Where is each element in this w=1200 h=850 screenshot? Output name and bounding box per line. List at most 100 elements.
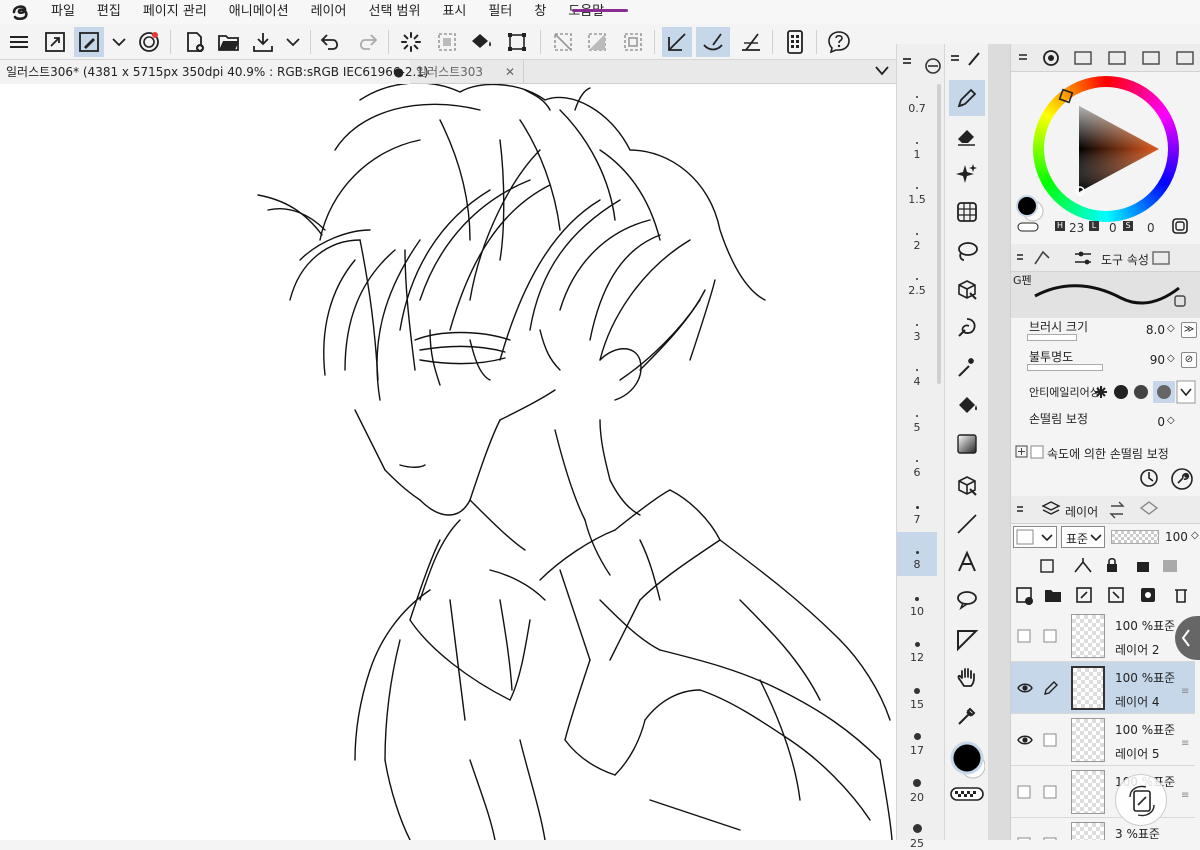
menu-file[interactable]: 파일 [40,0,86,24]
bucket-tool-icon[interactable] [949,388,985,424]
blend-tool-icon[interactable] [949,310,985,346]
layer-row[interactable]: 100 %표준 레이어 4 ≡ [1011,662,1195,714]
lasso-tool-icon[interactable] [949,234,985,270]
fullscreen-icon[interactable] [40,27,70,57]
open-folder-icon[interactable] [214,27,244,57]
ruler-snap-icon[interactable] [662,27,692,57]
brush-size-option[interactable]: 17 [897,733,937,757]
visibility-box[interactable] [1017,628,1031,643]
close-icon[interactable]: ✕ [505,60,515,84]
color-settings-icon[interactable] [1171,217,1189,238]
clear-selection-icon[interactable] [432,27,462,57]
magic-wand-icon[interactable] [949,350,985,386]
pen-ruler-icon[interactable] [696,27,730,57]
main-color-swatch[interactable] [949,740,985,780]
brush-size-option[interactable]: 2.5 [897,278,937,297]
eraser-tool-icon[interactable] [949,118,985,154]
text-tool-icon[interactable] [949,544,985,580]
brush-size-option[interactable]: 4 [897,369,937,388]
frame-tool-icon[interactable] [949,622,985,658]
layer-tab-label[interactable]: 레이어 [1065,503,1098,520]
device-icon[interactable] [780,27,810,57]
stabilization-spin-icon[interactable]: ◇ [1167,415,1175,426]
ruler-scrollbar[interactable] [937,44,941,840]
drag-handle-icon[interactable]: ≡ [1181,686,1189,697]
brush-size-option[interactable]: 12 [897,642,937,664]
opacity-slider[interactable] [1027,364,1103,371]
layer-opacity-slider[interactable] [1111,530,1159,544]
layer-row[interactable]: 100 %표준레이어 2≡ [1011,610,1195,662]
panel-divider[interactable] [988,44,1010,840]
undo-icon[interactable] [316,27,346,57]
quick-access-button[interactable] [1115,774,1167,826]
menu-animation[interactable]: 애니메이션 [218,0,300,24]
opacity-value[interactable]: 90 [1131,353,1165,367]
brush-size-popup-button[interactable]: ≫ [1181,322,1197,338]
tab-illust306[interactable]: 일러스트306* (4381 x 5715px 350dpi 40.9% : R… [0,60,429,84]
edit-box[interactable] [1043,628,1057,647]
drag-handle-icon[interactable]: ≡ [1181,790,1189,801]
eyedropper-tool-icon[interactable] [949,698,985,734]
menu-view[interactable]: 표시 [431,0,477,24]
menu-window[interactable]: 창 [523,0,557,24]
brush-size-option[interactable]: 15 [897,687,937,711]
edit-box[interactable] [1043,784,1057,803]
brush-size-option[interactable]: 10 [897,596,937,618]
tab-illust303[interactable]: 일러스트303 ✕ [410,60,524,84]
menu-layer[interactable]: 레이어 [300,0,358,24]
save-options-chevron-icon[interactable] [278,27,308,57]
drag-handle-icon[interactable]: ≡ [1181,738,1189,749]
brush-size-spin-icon[interactable]: ◇ [1167,323,1175,334]
gradient-tool-icon[interactable] [949,426,985,462]
loading-icon[interactable] [396,27,426,57]
menu-filter[interactable]: 필터 [477,0,523,24]
brush-size-option[interactable]: 5 [897,414,937,434]
visibility-box[interactable] [1017,784,1031,799]
grid-tool-icon[interactable] [949,194,985,230]
transform-icon[interactable] [502,27,532,57]
color-triangle[interactable] [1033,76,1179,222]
brush-size-option[interactable]: 1 [897,141,937,161]
wrench-icon[interactable] [1171,468,1193,494]
brush-edit-icon[interactable] [74,27,104,57]
brush-size-option[interactable]: 25 [897,824,937,850]
transparent-chip-icon[interactable] [1017,221,1039,235]
brush-size-option[interactable]: 3 [897,323,937,343]
chevron-down-icon[interactable] [104,27,134,57]
menu-selection[interactable]: 선택 범위 [357,0,431,24]
brush-size-option[interactable]: 2 [897,232,937,252]
panel-collapse-handle[interactable] [1175,616,1200,660]
opacity-no-icon[interactable]: ⊘ [1181,352,1197,368]
brush-size-option[interactable]: 6 [897,460,937,479]
pencil-icon[interactable] [1043,680,1059,700]
hand-tool-icon[interactable] [949,660,985,696]
fill-icon[interactable] [466,27,496,57]
visibility-box[interactable] [1017,836,1031,840]
brush-size-option[interactable]: 7 [897,505,937,526]
edit-box[interactable] [1043,732,1057,751]
tabs-menu-chevron-icon[interactable] [874,64,890,81]
layer-opacity-spin-icon[interactable]: ◇ [1191,530,1199,541]
sparkle-tool-icon[interactable] [949,156,985,192]
brush-size-value[interactable]: 8.0 [1131,323,1165,337]
transparent-color-icon[interactable] [949,784,985,804]
brush-size-slider[interactable] [1027,334,1077,341]
pen-tool-icon[interactable] [949,80,985,116]
brush-size-option[interactable]: 8 [897,551,937,571]
brush-size-option[interactable]: 1.5 [897,187,937,206]
invert-selection-icon[interactable] [582,27,612,57]
new-file-icon[interactable] [180,27,210,57]
brush-size-option[interactable]: 20 [897,778,937,804]
edit-box[interactable] [1043,836,1057,840]
deselect-icon[interactable] [548,27,578,57]
menu-edit[interactable]: 편집 [86,0,132,24]
tool-property-tab-label[interactable]: 도구 속성 [1101,251,1149,268]
eye-icon[interactable] [1017,732,1033,746]
speed-stab-expand-icon[interactable] [1015,444,1044,460]
color-wheel[interactable] [1033,76,1179,222]
line-tool-icon[interactable] [949,506,985,542]
cube-tool-icon[interactable] [949,272,985,308]
menu-help[interactable]: 도움말 [557,0,615,24]
eye-icon[interactable] [1017,680,1033,694]
3d-object-icon[interactable] [949,468,985,504]
